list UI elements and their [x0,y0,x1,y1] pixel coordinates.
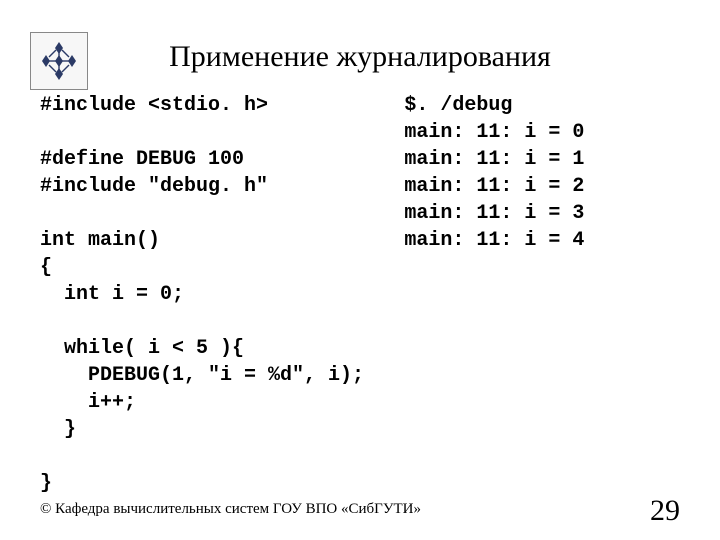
slide: Применение журналирования #include <stdi… [0,0,720,540]
page-number: 29 [650,494,680,528]
slide-title: Применение журналирования [40,40,680,74]
footer-copyright: © Кафедра вычислительных систем ГОУ ВПО … [40,501,421,518]
source-code: #include <stdio. h> #define DEBUG 100 #i… [40,92,398,497]
logo-icon [30,32,88,90]
content-columns: #include <stdio. h> #define DEBUG 100 #i… [40,92,680,497]
program-output: $. /debug main: 11: i = 0 main: 11: i = … [398,92,686,254]
